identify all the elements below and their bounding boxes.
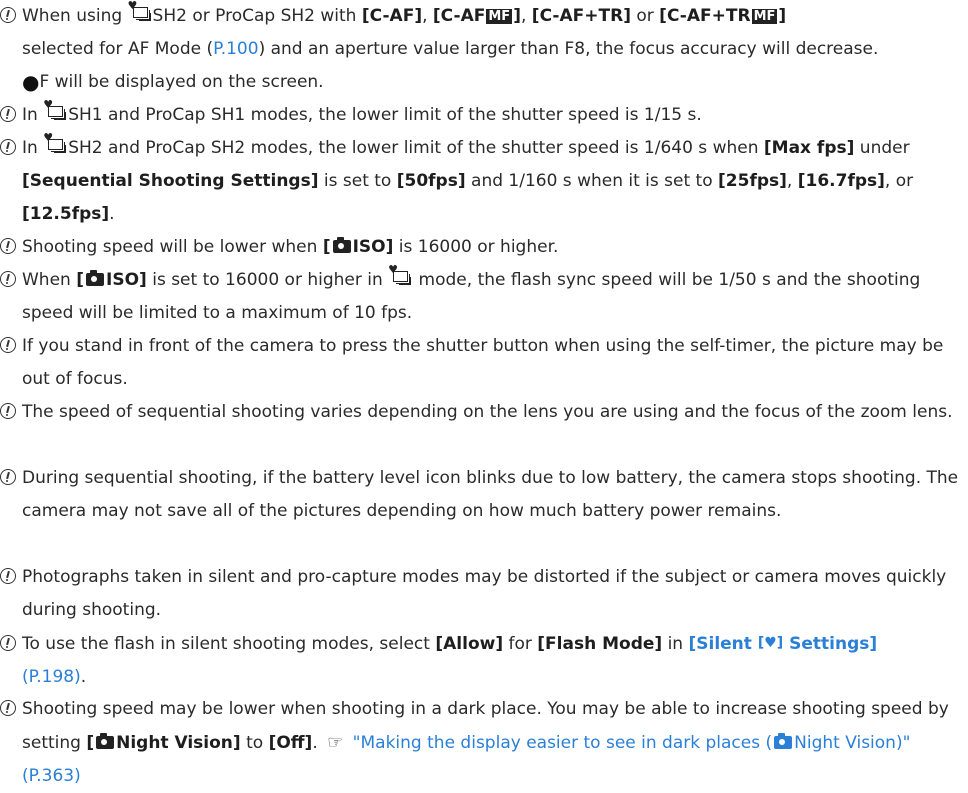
note-af-accuracy: When using ♥ SH2 or ProCap SH2 with [C-AF… — [0, 0, 960, 99]
caution-icon — [0, 403, 16, 419]
camera-icon — [774, 733, 793, 749]
page-link[interactable]: (P.198) — [22, 667, 81, 687]
note-sh1-shutter: In ♥ SH1 and ProCap SH1 modes, the lower … — [0, 99, 960, 132]
reference-icon: ☞ — [327, 732, 344, 753]
sequential-shooting-icon: ♥ — [388, 264, 412, 286]
caution-icon — [0, 469, 16, 485]
mf-badge: MF — [486, 9, 513, 24]
caution-icon — [0, 139, 16, 155]
note-iso-speed: Shooting speed will be lower when [ISO] … — [0, 231, 960, 264]
note-sh2-shutter: In ♥ SH2 and ProCap SH2 modes, the lower … — [0, 132, 960, 231]
note-dark-place: Shooting speed may be lower when shootin… — [0, 693, 960, 793]
caution-icon — [0, 568, 16, 584]
caution-icon — [0, 271, 16, 287]
sequential-shooting-icon: ♥ — [43, 99, 67, 121]
camera-icon — [96, 733, 115, 749]
camera-icon — [86, 270, 105, 286]
caution-icon — [0, 337, 16, 353]
note-self-timer: If you stand in front of the camera to p… — [0, 330, 960, 396]
caution-icon — [0, 238, 16, 254]
sequential-shooting-icon: ♥ — [43, 132, 67, 154]
camera-icon — [332, 237, 351, 253]
caution-icon — [0, 635, 16, 651]
note-battery: During sequential shooting, if the batte… — [0, 462, 960, 528]
caution-icon — [0, 106, 16, 122]
note-flash-sync: When [ISO] is set to 16000 or higher in … — [0, 264, 960, 330]
caution-icon — [0, 7, 16, 23]
note-flash-silent: To use the flash in silent shooting mode… — [0, 627, 960, 694]
mf-badge: MF — [751, 9, 778, 24]
sequential-shooting-icon: ♥ — [128, 0, 151, 22]
note-distortion: Photographs taken in silent and pro-capt… — [0, 561, 960, 627]
focus-dot-icon: ● — [22, 70, 40, 94]
silent-settings-link[interactable]: [Silent [♥] Settings] — [688, 634, 877, 654]
caution-icon — [0, 700, 16, 716]
note-lens-speed: The speed of sequential shooting varies … — [0, 396, 960, 429]
page-link[interactable]: P.100 — [213, 39, 258, 59]
